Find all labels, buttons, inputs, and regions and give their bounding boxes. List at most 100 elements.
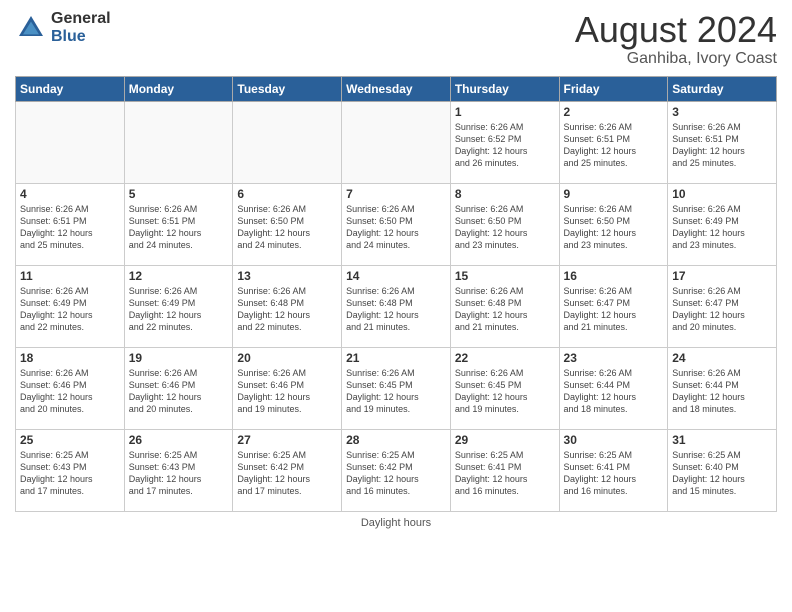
logo-icon	[15, 12, 47, 44]
calendar-day-header: Monday	[124, 76, 233, 101]
page: General Blue August 2024 Ganhiba, Ivory …	[0, 0, 792, 612]
calendar-cell: 14Sunrise: 6:26 AM Sunset: 6:48 PM Dayli…	[342, 265, 451, 347]
day-info: Sunrise: 6:26 AM Sunset: 6:51 PM Dayligh…	[129, 203, 229, 252]
calendar-cell: 27 Sunrise: 6:25 AM Sunset: 6:42 PM Dayli…	[233, 429, 342, 511]
calendar-cell: 8 Sunrise: 6:26 AM Sunset: 6:50 PM Daylig…	[450, 183, 559, 265]
day-number: 27	[237, 433, 337, 447]
day-info: Sunrise: 6:26 AM Sunset: 6:50 PM Dayligh…	[346, 203, 446, 252]
day-info: Sunrise: 6:26 AM Sunset: 6:48 PM Dayligh…	[455, 285, 555, 334]
calendar-day-header: Saturday	[668, 76, 777, 101]
day-number: 29	[455, 433, 555, 447]
calendar-cell	[233, 101, 342, 183]
day-number: 19	[129, 351, 229, 365]
day-info: Sunrise: 6:25 AM Sunset: 6:40 PM Dayligh…	[672, 449, 772, 498]
day-number: 1	[455, 105, 555, 119]
day-info: Sunrise: 6:25 AM Sunset: 6:43 PM Dayligh…	[129, 449, 229, 498]
calendar-cell: 26Sunrise: 6:25 AM Sunset: 6:43 PM Dayli…	[124, 429, 233, 511]
day-info: Sunrise: 6:26 AM Sunset: 6:52 PM Dayligh…	[455, 121, 555, 170]
day-info: Sunrise: 6:26 AM Sunset: 6:44 PM Dayligh…	[564, 367, 664, 416]
calendar-cell: 10Sunrise: 6:26 AM Sunset: 6:49 PM Dayli…	[668, 183, 777, 265]
calendar-week-row: 1 Sunrise: 6:26 AM Sunset: 6:52 PM Daylig…	[16, 101, 777, 183]
day-number: 30	[564, 433, 664, 447]
calendar-cell: 21 Sunrise: 6:26 AM Sunset: 6:45 PM Dayli…	[342, 347, 451, 429]
calendar-cell: 30 Sunrise: 6:25 AM Sunset: 6:41 PM Dayli…	[559, 429, 668, 511]
day-number: 8	[455, 187, 555, 201]
calendar-header-row: SundayMondayTuesdayWednesdayThursdayFrid…	[16, 76, 777, 101]
day-info: Sunrise: 6:26 AM Sunset: 6:49 PM Dayligh…	[129, 285, 229, 334]
day-info: Sunrise: 6:26 AM Sunset: 6:46 PM Dayligh…	[20, 367, 120, 416]
calendar-cell: 23 Sunrise: 6:26 AM Sunset: 6:44 PM Dayli…	[559, 347, 668, 429]
main-title: August 2024	[575, 10, 777, 50]
day-info: Sunrise: 6:26 AM Sunset: 6:46 PM Dayligh…	[129, 367, 229, 416]
calendar-cell: 31Sunrise: 6:25 AM Sunset: 6:40 PM Dayli…	[668, 429, 777, 511]
calendar-cell: 3 Sunrise: 6:26 AM Sunset: 6:51 PM Daylig…	[668, 101, 777, 183]
day-info: Sunrise: 6:26 AM Sunset: 6:50 PM Dayligh…	[564, 203, 664, 252]
calendar-cell	[16, 101, 125, 183]
day-number: 11	[20, 269, 120, 283]
calendar-cell: 11 Sunrise: 6:26 AM Sunset: 6:49 PM Dayli…	[16, 265, 125, 347]
calendar-day-header: Tuesday	[233, 76, 342, 101]
calendar-cell: 16 Sunrise: 6:26 AM Sunset: 6:47 PM Dayli…	[559, 265, 668, 347]
day-number: 17	[672, 269, 772, 283]
day-number: 2	[564, 105, 664, 119]
day-number: 22	[455, 351, 555, 365]
day-number: 16	[564, 269, 664, 283]
calendar-cell: 2 Sunrise: 6:26 AM Sunset: 6:51 PM Daylig…	[559, 101, 668, 183]
calendar-cell: 17 Sunrise: 6:26 AM Sunset: 6:47 PM Dayli…	[668, 265, 777, 347]
day-info: Sunrise: 6:26 AM Sunset: 6:45 PM Dayligh…	[346, 367, 446, 416]
calendar-cell: 20Sunrise: 6:26 AM Sunset: 6:46 PM Dayli…	[233, 347, 342, 429]
calendar-cell: 28 Sunrise: 6:25 AM Sunset: 6:42 PM Dayli…	[342, 429, 451, 511]
calendar-cell: 5 Sunrise: 6:26 AM Sunset: 6:51 PM Daylig…	[124, 183, 233, 265]
calendar-cell: 29Sunrise: 6:25 AM Sunset: 6:41 PM Dayli…	[450, 429, 559, 511]
footer: Daylight hours	[15, 517, 777, 529]
day-info: Sunrise: 6:25 AM Sunset: 6:43 PM Dayligh…	[20, 449, 120, 498]
calendar-cell: 1 Sunrise: 6:26 AM Sunset: 6:52 PM Daylig…	[450, 101, 559, 183]
logo-general-text: General	[51, 10, 111, 28]
day-info: Sunrise: 6:26 AM Sunset: 6:47 PM Dayligh…	[672, 285, 772, 334]
calendar-week-row: 11 Sunrise: 6:26 AM Sunset: 6:49 PM Dayli…	[16, 265, 777, 347]
calendar-cell: 19 Sunrise: 6:26 AM Sunset: 6:46 PM Dayli…	[124, 347, 233, 429]
day-number: 12	[129, 269, 229, 283]
day-info: Sunrise: 6:25 AM Sunset: 6:42 PM Dayligh…	[237, 449, 337, 498]
day-info: Sunrise: 6:26 AM Sunset: 6:49 PM Dayligh…	[20, 285, 120, 334]
calendar-cell: 12 Sunrise: 6:26 AM Sunset: 6:49 PM Dayli…	[124, 265, 233, 347]
day-info: Sunrise: 6:26 AM Sunset: 6:45 PM Dayligh…	[455, 367, 555, 416]
calendar-cell: 4Sunrise: 6:26 AM Sunset: 6:51 PM Daylig…	[16, 183, 125, 265]
calendar-table: SundayMondayTuesdayWednesdayThursdayFrid…	[15, 76, 777, 512]
day-info: Sunrise: 6:26 AM Sunset: 6:51 PM Dayligh…	[20, 203, 120, 252]
day-number: 21	[346, 351, 446, 365]
day-info: Sunrise: 6:25 AM Sunset: 6:42 PM Dayligh…	[346, 449, 446, 498]
calendar-week-row: 25Sunrise: 6:25 AM Sunset: 6:43 PM Dayli…	[16, 429, 777, 511]
logo: General Blue	[15, 10, 111, 45]
day-info: Sunrise: 6:25 AM Sunset: 6:41 PM Dayligh…	[564, 449, 664, 498]
calendar-cell: 15Sunrise: 6:26 AM Sunset: 6:48 PM Dayli…	[450, 265, 559, 347]
calendar-day-header: Thursday	[450, 76, 559, 101]
day-number: 3	[672, 105, 772, 119]
day-info: Sunrise: 6:26 AM Sunset: 6:44 PM Dayligh…	[672, 367, 772, 416]
day-number: 9	[564, 187, 664, 201]
calendar-cell: 6Sunrise: 6:26 AM Sunset: 6:50 PM Daylig…	[233, 183, 342, 265]
day-number: 6	[237, 187, 337, 201]
day-number: 23	[564, 351, 664, 365]
calendar-week-row: 18 Sunrise: 6:26 AM Sunset: 6:46 PM Dayli…	[16, 347, 777, 429]
day-number: 18	[20, 351, 120, 365]
day-info: Sunrise: 6:26 AM Sunset: 6:51 PM Dayligh…	[672, 121, 772, 170]
day-info: Sunrise: 6:26 AM Sunset: 6:47 PM Dayligh…	[564, 285, 664, 334]
calendar-cell: 13Sunrise: 6:26 AM Sunset: 6:48 PM Dayli…	[233, 265, 342, 347]
day-number: 20	[237, 351, 337, 365]
day-info: Sunrise: 6:26 AM Sunset: 6:50 PM Dayligh…	[455, 203, 555, 252]
day-info: Sunrise: 6:26 AM Sunset: 6:49 PM Dayligh…	[672, 203, 772, 252]
day-number: 24	[672, 351, 772, 365]
calendar-cell: 7Sunrise: 6:26 AM Sunset: 6:50 PM Daylig…	[342, 183, 451, 265]
subtitle: Ganhiba, Ivory Coast	[575, 50, 777, 68]
calendar-cell: 18 Sunrise: 6:26 AM Sunset: 6:46 PM Dayli…	[16, 347, 125, 429]
day-number: 28	[346, 433, 446, 447]
calendar-cell	[342, 101, 451, 183]
calendar-day-header: Wednesday	[342, 76, 451, 101]
calendar-cell: 24 Sunrise: 6:26 AM Sunset: 6:44 PM Dayli…	[668, 347, 777, 429]
calendar-day-header: Sunday	[16, 76, 125, 101]
calendar-cell: 25Sunrise: 6:25 AM Sunset: 6:43 PM Dayli…	[16, 429, 125, 511]
day-number: 5	[129, 187, 229, 201]
calendar-week-row: 4Sunrise: 6:26 AM Sunset: 6:51 PM Daylig…	[16, 183, 777, 265]
day-info: Sunrise: 6:26 AM Sunset: 6:51 PM Dayligh…	[564, 121, 664, 170]
